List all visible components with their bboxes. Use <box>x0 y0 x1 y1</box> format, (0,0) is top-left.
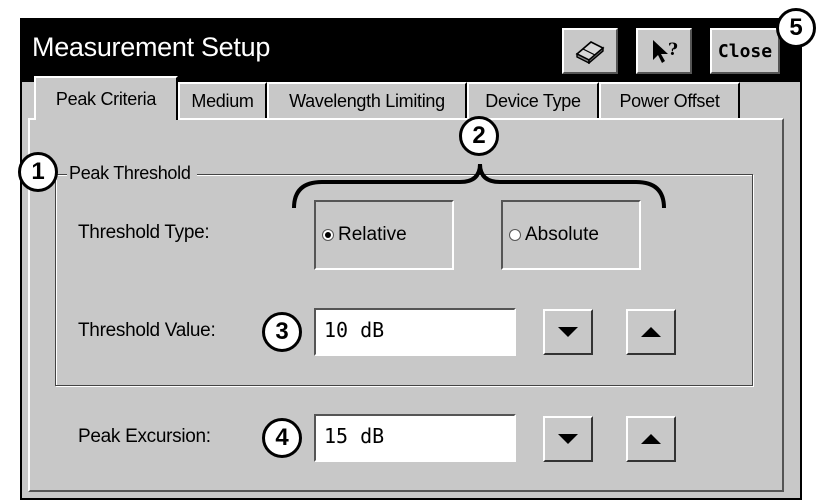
help-pointer-icon: ? <box>647 37 681 65</box>
bracket-annotation <box>292 163 666 209</box>
threshold-value-field[interactable]: 10 dB <box>314 308 516 356</box>
tab-medium[interactable]: Medium <box>178 82 267 118</box>
excursion-decrement-button[interactable] <box>543 416 593 462</box>
peak-excursion-label: Peak Excursion: <box>78 426 211 447</box>
excursion-increment-button[interactable] <box>626 416 676 462</box>
arrow-down-icon <box>558 327 578 337</box>
radio-absolute-label: Absolute <box>525 224 599 245</box>
window-title: Measurement Setup <box>32 32 271 62</box>
radio-relative-indicator <box>322 229 334 241</box>
callout-4: 4 <box>262 418 302 458</box>
threshold-type-label: Threshold Type: <box>78 222 210 243</box>
radio-absolute-indicator <box>509 229 521 241</box>
radio-relative-label: Relative <box>338 224 407 245</box>
callout-3: 3 <box>262 312 302 352</box>
close-button[interactable]: Close <box>710 28 780 74</box>
peak-threshold-title: Peak Threshold <box>67 163 197 184</box>
svg-text:?: ? <box>668 40 678 60</box>
title-bar: Measurement Setup ? Close <box>22 20 800 82</box>
eraser-button[interactable] <box>562 28 618 74</box>
arrow-down-icon <box>558 434 578 444</box>
tab-device-type[interactable]: Device Type <box>467 82 599 118</box>
threshold-increment-button[interactable] <box>626 309 676 355</box>
eraser-icon <box>573 38 607 64</box>
tab-peak-criteria[interactable]: Peak Criteria <box>34 76 178 120</box>
peak-excursion-field[interactable]: 15 dB <box>314 414 516 462</box>
arrow-up-icon <box>641 327 661 337</box>
callout-1: 1 <box>18 152 58 192</box>
threshold-decrement-button[interactable] <box>543 309 593 355</box>
tab-wavelength-limiting[interactable]: Wavelength Limiting <box>267 82 467 118</box>
arrow-up-icon <box>641 434 661 444</box>
tab-power-offset[interactable]: Power Offset <box>599 82 740 118</box>
callout-5: 5 <box>776 8 816 48</box>
threshold-value-label: Threshold Value: <box>78 320 216 341</box>
help-button[interactable]: ? <box>636 28 692 74</box>
callout-2: 2 <box>459 116 499 156</box>
